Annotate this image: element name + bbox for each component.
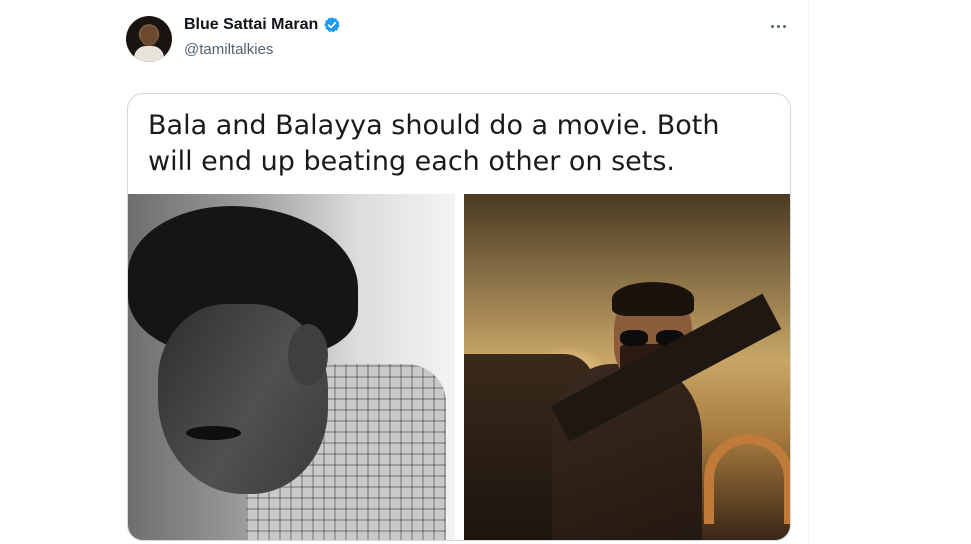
avatar-shirt — [134, 46, 164, 62]
media-card[interactable]: Bala and Balayya should do a movie. Both… — [127, 93, 791, 541]
ellipsis-dot — [776, 24, 780, 28]
left-photo-mustache — [186, 426, 241, 440]
left-photo-ear — [288, 324, 328, 386]
verified-badge-icon — [323, 16, 341, 34]
right-photo[interactable] — [464, 194, 790, 540]
avatar[interactable] — [126, 16, 172, 62]
more-options-button[interactable] — [764, 14, 792, 38]
column-divider — [808, 0, 809, 544]
avatar-face — [141, 26, 157, 46]
author-handle[interactable]: @tamiltalkies — [184, 41, 273, 58]
media-caption: Bala and Balayya should do a movie. Both… — [148, 110, 720, 177]
ellipsis-icon — [770, 24, 774, 28]
right-photo-arch — [704, 434, 790, 524]
author-name-row[interactable]: Blue Sattai Maran — [184, 16, 341, 34]
author-display-name[interactable]: Blue Sattai Maran — [184, 16, 318, 34]
left-photo[interactable] — [128, 194, 455, 540]
right-photo-hair — [612, 282, 694, 316]
tweet[interactable]: Blue Sattai Maran @tamiltalkies Bala and… — [0, 0, 808, 544]
sunglasses-lens-left — [620, 330, 648, 346]
ellipsis-dot — [782, 24, 786, 28]
